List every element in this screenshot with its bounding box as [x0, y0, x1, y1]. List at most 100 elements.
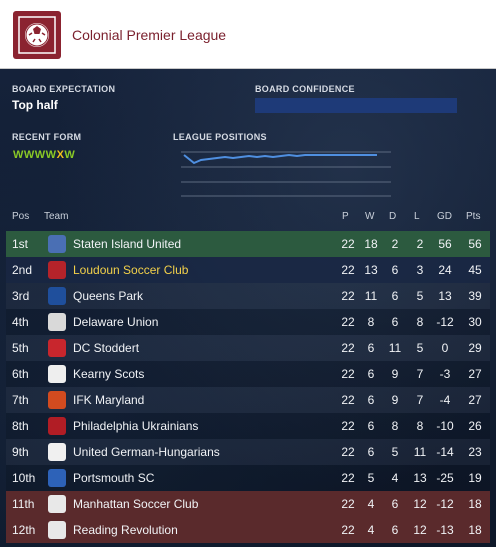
table-row[interactable]: 11th Manhattan Soccer Club 22 4 6 12 -12 18 [6, 491, 490, 517]
cell-d: 6 [391, 315, 399, 329]
table-header: Pos Team P W D L GD Pts [0, 211, 496, 225]
col-w[interactable]: W [365, 211, 374, 222]
cell-pts: 19 [468, 471, 482, 485]
cell-d: 6 [391, 263, 399, 277]
cell-pts: 18 [468, 497, 482, 511]
table-row[interactable]: 7th IFK Maryland 22 6 9 7 -4 27 [6, 387, 490, 413]
team-crest-icon [48, 443, 66, 461]
cell-w: 6 [367, 341, 375, 355]
cell-w: 4 [367, 497, 375, 511]
col-pos[interactable]: Pos [12, 211, 29, 222]
cell-team[interactable]: Portsmouth SC [73, 471, 154, 485]
cell-l: 5 [416, 341, 424, 355]
cell-team[interactable]: Kearny Scots [73, 367, 144, 381]
cell-team[interactable]: Delaware Union [73, 315, 158, 329]
cell-l: 13 [413, 471, 427, 485]
team-crest-icon [48, 521, 66, 539]
cell-p: 22 [341, 419, 355, 433]
cell-gd: 56 [438, 237, 452, 251]
table-row[interactable]: 2nd Loudoun Soccer Club 22 13 6 3 24 45 [6, 257, 490, 283]
cell-gd: -12 [436, 497, 454, 511]
cell-pts: 23 [468, 445, 482, 459]
cell-d: 6 [391, 497, 399, 511]
recent-form-label: RECENT FORM [12, 132, 82, 142]
cell-pos: 2nd [12, 263, 33, 277]
league-title[interactable]: Colonial Premier League [72, 27, 226, 43]
cell-team[interactable]: United German-Hungarians [73, 445, 220, 459]
cell-pos: 7th [12, 393, 29, 407]
board-confidence-label: BOARD CONFIDENCE [255, 84, 355, 94]
table-row[interactable]: 8th Philadelphia Ukrainians 22 6 8 8 -10 26 [6, 413, 490, 439]
table-row[interactable]: 3rd Queens Park 22 11 6 5 13 39 [6, 283, 490, 309]
recent-form: WWWWXW [13, 149, 75, 161]
table-row[interactable]: 6th Kearny Scots 22 6 9 7 -3 27 [6, 361, 490, 387]
cell-pos: 6th [12, 367, 29, 381]
col-d[interactable]: D [389, 211, 396, 222]
cell-team[interactable]: DC Stoddert [73, 341, 139, 355]
cell-w: 13 [364, 263, 378, 277]
table-row[interactable]: 12th Reading Revolution 22 4 6 12 -13 18 [6, 517, 490, 543]
cell-l: 12 [413, 497, 427, 511]
cell-w: 11 [364, 289, 378, 303]
table-row[interactable]: 5th DC Stoddert 22 6 11 5 0 29 [6, 335, 490, 361]
cell-team[interactable]: Queens Park [73, 289, 143, 303]
cell-p: 22 [341, 393, 355, 407]
cell-gd: 13 [438, 289, 452, 303]
cell-w: 4 [367, 523, 375, 537]
col-team[interactable]: Team [44, 211, 68, 222]
form-result: W [34, 149, 46, 161]
table-row[interactable]: 4th Delaware Union 22 8 6 8 -12 30 [6, 309, 490, 335]
cell-p: 22 [341, 263, 355, 277]
cell-team[interactable]: Loudoun Soccer Club [73, 263, 188, 277]
cell-l: 11 [413, 445, 427, 459]
table-row[interactable]: 1st Staten Island United 22 18 2 2 56 56 [6, 231, 490, 257]
cell-team[interactable]: Manhattan Soccer Club [73, 497, 198, 511]
cell-pts: 30 [468, 315, 482, 329]
team-crest-icon [48, 339, 66, 357]
cell-l: 5 [416, 289, 424, 303]
cell-team[interactable]: Philadelphia Ukrainians [73, 419, 198, 433]
cell-w: 18 [364, 237, 378, 251]
cell-pts: 27 [468, 367, 482, 381]
col-gd[interactable]: GD [437, 211, 452, 222]
team-crest-icon [48, 469, 66, 487]
form-result: W [45, 149, 57, 161]
cell-pos: 5th [12, 341, 29, 355]
cell-gd: -12 [436, 315, 454, 329]
team-crest-icon [48, 261, 66, 279]
cell-gd: -25 [436, 471, 454, 485]
cell-d: 4 [391, 471, 399, 485]
cell-p: 22 [341, 341, 355, 355]
cell-team[interactable]: Reading Revolution [73, 523, 178, 537]
cell-team[interactable]: IFK Maryland [73, 393, 144, 407]
cell-d: 6 [391, 289, 399, 303]
cell-d: 9 [391, 367, 399, 381]
team-crest-icon [48, 365, 66, 383]
board-confidence-bar [255, 98, 457, 113]
cell-l: 12 [413, 523, 427, 537]
table-row[interactable]: 10th Portsmouth SC 22 5 4 13 -25 19 [6, 465, 490, 491]
cell-pts: 56 [468, 237, 482, 251]
cell-pts: 45 [468, 263, 482, 277]
cell-team[interactable]: Staten Island United [73, 237, 181, 251]
cell-gd: -4 [439, 393, 451, 407]
cell-pos: 1st [12, 237, 29, 251]
cell-pts: 29 [468, 341, 482, 355]
cell-l: 7 [416, 393, 424, 407]
team-crest-icon [48, 417, 66, 435]
team-crest-icon [48, 287, 66, 305]
cell-pos: 10th [12, 471, 36, 485]
league-logo [13, 11, 61, 59]
cell-d: 2 [391, 237, 399, 251]
cell-p: 22 [341, 367, 355, 381]
cell-p: 22 [341, 445, 355, 459]
league-positions-chart [181, 151, 391, 197]
cell-d: 6 [391, 523, 399, 537]
col-pts[interactable]: Pts [466, 211, 480, 222]
col-l[interactable]: L [414, 211, 420, 222]
cell-d: 5 [391, 445, 399, 459]
form-result: W [13, 149, 24, 161]
table-row[interactable]: 9th United German-Hungarians 22 6 5 11 -14 23 [6, 439, 490, 465]
cell-p: 22 [341, 237, 355, 251]
col-p[interactable]: P [342, 211, 349, 222]
